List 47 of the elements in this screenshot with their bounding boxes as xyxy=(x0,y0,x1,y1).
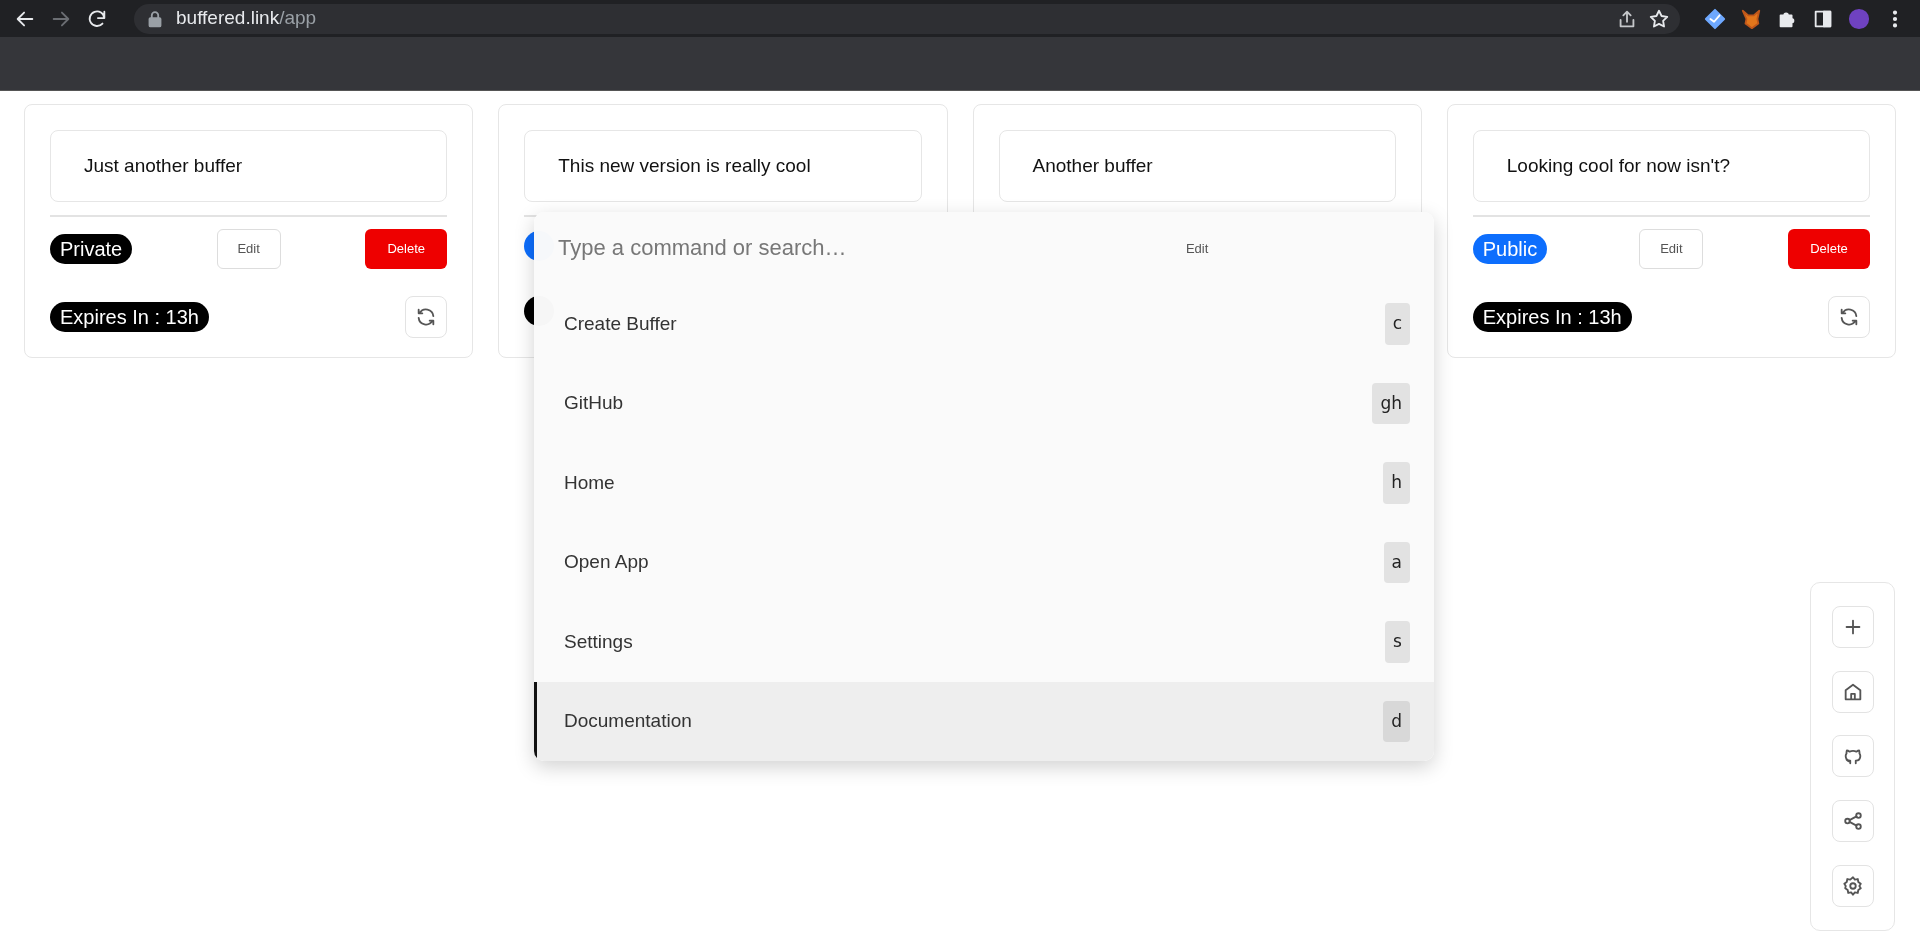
shortcut-key: h xyxy=(1383,462,1410,504)
refresh-button[interactable] xyxy=(405,296,448,338)
command-item[interactable]: Home h xyxy=(534,443,1434,523)
share-nodes-icon xyxy=(1841,810,1864,833)
command-label: Home xyxy=(564,470,615,495)
command-item[interactable]: Open App a xyxy=(534,522,1434,602)
sidebar-button[interactable] xyxy=(1831,670,1874,713)
command-item[interactable]: Create Buffer c xyxy=(534,284,1434,364)
shortcut-key: s xyxy=(1385,621,1410,663)
star-icon[interactable] xyxy=(1648,7,1670,30)
sidebar-button[interactable] xyxy=(1831,735,1874,778)
command-label: GitHub xyxy=(564,391,624,415)
url-text[interactable]: buffered.link/app xyxy=(176,4,317,33)
avatar-icon[interactable] xyxy=(1848,7,1870,30)
buffer-text: Looking cool for now isn't? xyxy=(1472,130,1870,202)
delete-button[interactable]: Delete xyxy=(1788,229,1870,269)
refresh-button[interactable] xyxy=(1828,296,1870,338)
sidebar-button[interactable] xyxy=(1831,606,1874,649)
command-item[interactable]: Documentation d xyxy=(534,681,1434,761)
sidebar-button[interactable] xyxy=(1831,864,1874,907)
reload-icon[interactable] xyxy=(86,7,108,30)
refresh-icon xyxy=(1838,306,1860,328)
expiry-tag: Expires In : 13h xyxy=(1472,302,1632,332)
buffer-text: Another buffer xyxy=(998,130,1396,202)
command-label: Open App xyxy=(564,550,649,574)
visibility-tag: Public xyxy=(1472,234,1548,264)
shortcut-key: gh xyxy=(1372,382,1410,424)
edit-button[interactable]: Edit xyxy=(216,229,281,269)
shortcut-key: c xyxy=(1384,303,1410,345)
expiry-tag: Expires In : 13h xyxy=(50,302,209,332)
shortcut-key: a xyxy=(1383,541,1410,583)
shortcut-key: d xyxy=(1383,700,1410,742)
fox-icon[interactable] xyxy=(1740,7,1762,30)
command-label: Documentation xyxy=(564,709,692,733)
edit-button[interactable]: Edit xyxy=(1165,229,1230,269)
command-label: Create Buffer xyxy=(564,311,677,336)
buffer-text: Just another buffer xyxy=(50,130,448,202)
command-label: Settings xyxy=(564,629,633,654)
sidebar-button[interactable] xyxy=(1831,800,1874,843)
command-item[interactable]: Settings s xyxy=(534,602,1434,682)
checkmark-diamond-icon[interactable] xyxy=(1704,7,1726,30)
visibility-tag: Private xyxy=(50,234,133,264)
edit-button[interactable]: Edit xyxy=(1639,229,1704,269)
command-item[interactable]: GitHub gh xyxy=(534,363,1434,443)
delete-button[interactable]: Delete xyxy=(365,229,448,269)
settings-icon xyxy=(1841,874,1864,897)
buffer-text: This new version is really cool xyxy=(524,130,922,202)
